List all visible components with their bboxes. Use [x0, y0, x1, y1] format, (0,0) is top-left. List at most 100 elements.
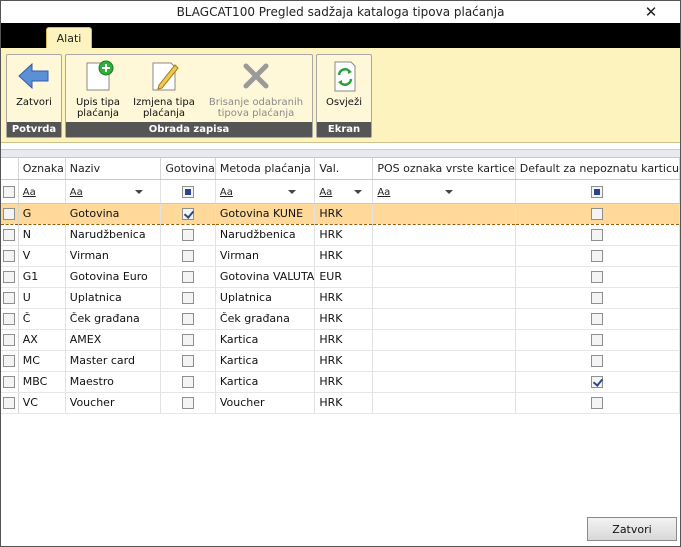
cell-oznaka[interactable]: VC	[18, 392, 66, 414]
upis-tipa-placanja-button[interactable]: Upis tipa plaćanja	[70, 59, 126, 119]
table-row[interactable]: U Uplatnica Uplatnica HRK	[1, 287, 681, 309]
cell-val[interactable]: HRK	[314, 245, 374, 267]
cell-oznaka[interactable]: V	[18, 245, 66, 267]
row-selector[interactable]	[1, 371, 19, 393]
gotovina-checkbox[interactable]	[182, 229, 195, 241]
cell-gotovina[interactable]	[160, 266, 216, 288]
row-select-checkbox[interactable]	[3, 355, 16, 367]
table-row[interactable]: G Gotovina Gotovina KUNE HRK	[1, 202, 681, 225]
column-header-metoda[interactable]: Metoda plaćanja	[215, 158, 316, 180]
cell-gotovina[interactable]	[160, 245, 216, 267]
cell-naziv[interactable]: Gotovina Euro	[65, 266, 162, 288]
cell-naziv[interactable]: Ček građana	[65, 308, 162, 330]
cell-metoda[interactable]: Ček građana	[215, 308, 316, 330]
cell-pos[interactable]	[372, 224, 516, 246]
cell-default[interactable]	[515, 308, 681, 330]
gotovina-checkbox[interactable]	[182, 397, 195, 409]
row-select-checkbox[interactable]	[3, 313, 16, 325]
cell-pos[interactable]	[372, 350, 516, 372]
default-checkbox[interactable]	[591, 397, 604, 409]
filter-val[interactable]: Aa	[314, 179, 374, 204]
cell-val[interactable]: HRK	[314, 350, 374, 372]
filter-selector[interactable]	[1, 179, 19, 204]
row-selector[interactable]	[1, 350, 19, 372]
osvjezi-button[interactable]: Osvježi	[321, 59, 367, 108]
row-select-checkbox[interactable]	[3, 271, 16, 283]
cell-naziv[interactable]: Virman	[65, 245, 162, 267]
cell-metoda[interactable]: Voucher	[215, 392, 316, 414]
filter-gotovina[interactable]	[160, 179, 216, 204]
gotovina-checkbox[interactable]	[182, 292, 195, 304]
column-header-default[interactable]: Default za nepoznatu karticu	[515, 158, 681, 180]
table-row[interactable]: VC Voucher Voucher HRK	[1, 392, 681, 414]
gotovina-checkbox[interactable]	[182, 355, 195, 367]
table-row[interactable]: AX AMEX Kartica HRK	[1, 329, 681, 351]
gotovina-filter-checkbox[interactable]	[182, 185, 195, 198]
cell-pos[interactable]	[372, 202, 516, 225]
filter-naziv[interactable]: Aa	[65, 179, 162, 204]
brisanje-tipova-placanja-button[interactable]: Brisanje odabranih tipova plaćanja	[202, 59, 310, 119]
cell-gotovina[interactable]	[160, 350, 216, 372]
cell-pos[interactable]	[372, 287, 516, 309]
izmjena-tipa-placanja-button[interactable]: Izmjena tipa plaćanja	[130, 59, 198, 119]
cell-naziv[interactable]: Gotovina	[65, 202, 162, 225]
cell-default[interactable]	[515, 392, 681, 414]
cell-val[interactable]: HRK	[314, 329, 374, 351]
cell-metoda[interactable]: Narudžbenica	[215, 224, 316, 246]
row-select-checkbox[interactable]	[3, 208, 16, 220]
chevron-down-icon[interactable]	[445, 189, 454, 194]
cell-pos[interactable]	[372, 371, 516, 393]
cell-val[interactable]: HRK	[314, 287, 374, 309]
cell-gotovina[interactable]	[160, 329, 216, 351]
cell-gotovina[interactable]	[160, 202, 216, 225]
cell-default[interactable]	[515, 202, 681, 225]
cell-oznaka[interactable]: Č	[18, 308, 66, 330]
cell-oznaka[interactable]: N	[18, 224, 66, 246]
filter-default[interactable]	[515, 179, 681, 204]
cell-naziv[interactable]: Uplatnica	[65, 287, 162, 309]
cell-pos[interactable]	[372, 266, 516, 288]
table-row[interactable]: V Virman Virman HRK	[1, 245, 681, 267]
gotovina-checkbox[interactable]	[182, 334, 195, 346]
row-selector[interactable]	[1, 245, 19, 267]
cell-pos[interactable]	[372, 329, 516, 351]
row-selector[interactable]	[1, 329, 19, 351]
filter-metoda[interactable]: Aa	[215, 179, 316, 204]
cell-val[interactable]: HRK	[314, 202, 374, 225]
filter-pos[interactable]: Aa	[372, 179, 516, 204]
zatvori-button[interactable]: Zatvori	[587, 517, 677, 541]
table-row[interactable]: G1 Gotovina Euro Gotovina VALUTA EUR	[1, 266, 681, 288]
gotovina-checkbox[interactable]	[182, 271, 195, 283]
cell-default[interactable]	[515, 329, 681, 351]
chevron-down-icon[interactable]	[134, 189, 143, 194]
close-icon[interactable]: ✕	[642, 3, 660, 21]
cell-oznaka[interactable]: MC	[18, 350, 66, 372]
row-selector[interactable]	[1, 308, 19, 330]
cell-gotovina[interactable]	[160, 392, 216, 414]
filter-oznaka[interactable]: Aa	[18, 179, 66, 204]
default-checkbox[interactable]	[591, 376, 604, 388]
default-checkbox[interactable]	[591, 292, 604, 304]
table-row[interactable]: N Narudžbenica Narudžbenica HRK	[1, 224, 681, 246]
cell-gotovina[interactable]	[160, 287, 216, 309]
gotovina-checkbox[interactable]	[182, 376, 195, 388]
cell-metoda[interactable]: Gotovina VALUTA	[215, 266, 316, 288]
cell-metoda[interactable]: Kartica	[215, 329, 316, 351]
column-header-naziv[interactable]: Naziv	[65, 158, 162, 180]
row-selector[interactable]	[1, 266, 19, 288]
default-checkbox[interactable]	[591, 355, 604, 367]
cell-gotovina[interactable]	[160, 224, 216, 246]
chevron-down-icon[interactable]	[287, 189, 296, 194]
row-select-checkbox[interactable]	[3, 292, 16, 304]
column-header-val[interactable]: Val.	[314, 158, 374, 180]
table-row[interactable]: MBC Maestro Kartica HRK	[1, 371, 681, 393]
cell-default[interactable]	[515, 287, 681, 309]
default-checkbox[interactable]	[591, 229, 604, 241]
cell-naziv[interactable]: Voucher	[65, 392, 162, 414]
column-header-pos[interactable]: POS oznaka vrste kartice	[372, 158, 516, 180]
row-selector[interactable]	[1, 287, 19, 309]
gotovina-checkbox[interactable]	[182, 313, 195, 325]
default-checkbox[interactable]	[591, 208, 604, 220]
default-filter-checkbox[interactable]	[591, 185, 604, 198]
cell-gotovina[interactable]	[160, 308, 216, 330]
